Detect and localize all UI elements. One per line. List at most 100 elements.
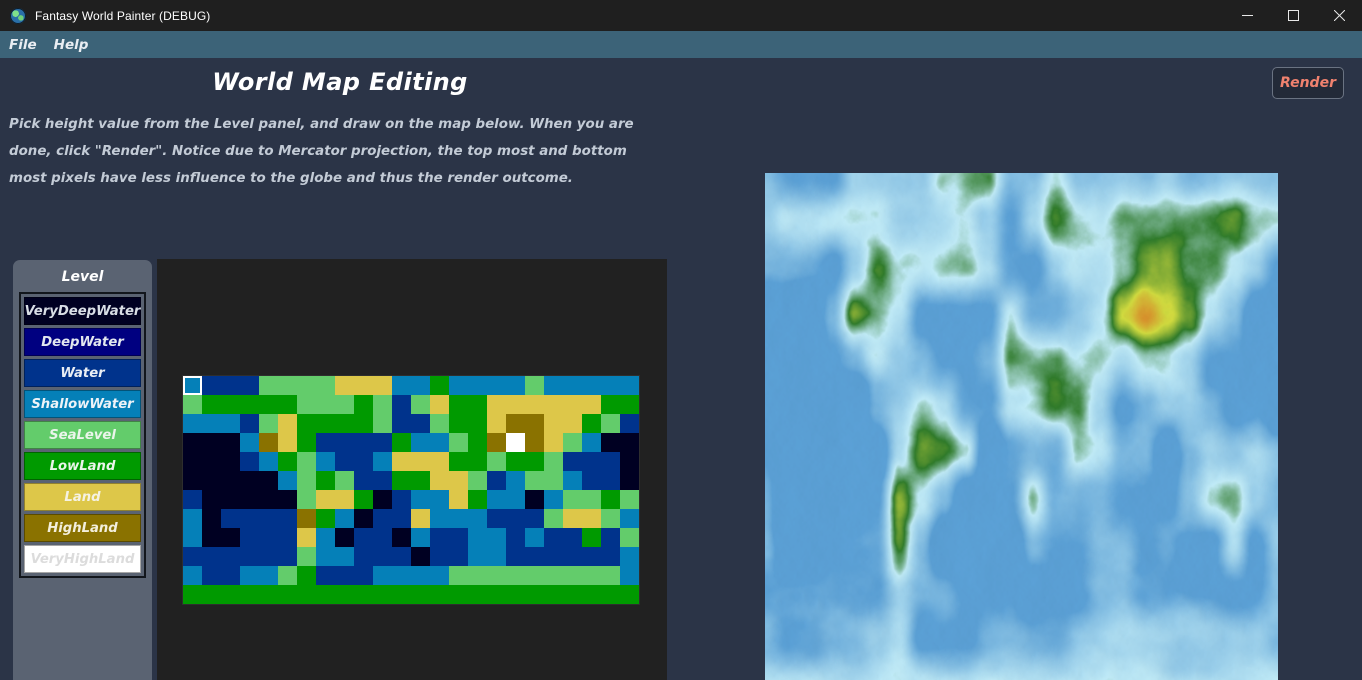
- pixel-cell[interactable]: [373, 547, 392, 566]
- pixel-cell[interactable]: [468, 528, 487, 547]
- pixel-cell[interactable]: [259, 376, 278, 395]
- pixel-cell[interactable]: [449, 566, 468, 585]
- pixel-cell[interactable]: [202, 566, 221, 585]
- pixel-cell[interactable]: [278, 566, 297, 585]
- pixel-cell[interactable]: [601, 471, 620, 490]
- pixel-cell[interactable]: [544, 433, 563, 452]
- pixel-cell[interactable]: [335, 547, 354, 566]
- pixel-cell[interactable]: [449, 509, 468, 528]
- pixel-cell[interactable]: [354, 585, 373, 604]
- pixel-cell[interactable]: [506, 376, 525, 395]
- pixel-cell[interactable]: [411, 376, 430, 395]
- pixel-cell[interactable]: [392, 547, 411, 566]
- pixel-cell[interactable]: [354, 509, 373, 528]
- pixel-cell[interactable]: [202, 509, 221, 528]
- pixel-cell[interactable]: [468, 566, 487, 585]
- pixel-cell[interactable]: [582, 376, 601, 395]
- level-item-land[interactable]: Land: [24, 483, 141, 511]
- pixel-cell[interactable]: [430, 376, 449, 395]
- level-item-water[interactable]: Water: [24, 359, 141, 387]
- pixel-cell[interactable]: [259, 414, 278, 433]
- pixel-cell[interactable]: [278, 585, 297, 604]
- pixel-cell[interactable]: [411, 566, 430, 585]
- pixel-cell[interactable]: [316, 509, 335, 528]
- render-button[interactable]: Render: [1272, 67, 1344, 99]
- pixel-cell[interactable]: [544, 566, 563, 585]
- pixel-cell[interactable]: [202, 490, 221, 509]
- pixel-cell[interactable]: [411, 528, 430, 547]
- pixel-cell[interactable]: [297, 452, 316, 471]
- level-item-highland[interactable]: HighLand: [24, 514, 141, 542]
- pixel-cell[interactable]: [221, 547, 240, 566]
- pixel-cell[interactable]: [373, 471, 392, 490]
- pixel-cell[interactable]: [202, 528, 221, 547]
- pixel-cell[interactable]: [563, 395, 582, 414]
- pixel-cell[interactable]: [563, 566, 582, 585]
- pixel-cell[interactable]: [487, 509, 506, 528]
- pixel-cell[interactable]: [601, 414, 620, 433]
- pixel-cell[interactable]: [544, 509, 563, 528]
- pixel-cell[interactable]: [430, 509, 449, 528]
- pixel-cell[interactable]: [297, 509, 316, 528]
- pixel-cell[interactable]: [411, 471, 430, 490]
- pixel-cell[interactable]: [183, 376, 202, 395]
- pixel-cell[interactable]: [202, 414, 221, 433]
- minimize-icon[interactable]: [1224, 0, 1270, 31]
- pixel-cell[interactable]: [601, 547, 620, 566]
- pixel-cell[interactable]: [183, 414, 202, 433]
- pixel-cell[interactable]: [468, 547, 487, 566]
- pixel-cell[interactable]: [544, 528, 563, 547]
- pixel-cell[interactable]: [297, 414, 316, 433]
- pixel-cell[interactable]: [620, 452, 639, 471]
- pixel-cell[interactable]: [506, 566, 525, 585]
- pixel-cell[interactable]: [506, 452, 525, 471]
- pixel-cell[interactable]: [582, 509, 601, 528]
- pixel-cell[interactable]: [430, 452, 449, 471]
- pixel-cell[interactable]: [487, 414, 506, 433]
- pixel-cell[interactable]: [354, 490, 373, 509]
- pixel-cell[interactable]: [411, 509, 430, 528]
- pixel-cell[interactable]: [335, 566, 354, 585]
- pixel-cell[interactable]: [563, 490, 582, 509]
- pixel-cell[interactable]: [601, 376, 620, 395]
- pixel-cell[interactable]: [335, 433, 354, 452]
- pixel-cell[interactable]: [297, 433, 316, 452]
- pixel-cell[interactable]: [335, 509, 354, 528]
- pixel-cell[interactable]: [240, 490, 259, 509]
- pixel-cell[interactable]: [544, 547, 563, 566]
- pixel-cell[interactable]: [259, 528, 278, 547]
- pixel-cell[interactable]: [620, 471, 639, 490]
- pixel-cell[interactable]: [468, 585, 487, 604]
- pixel-cell[interactable]: [430, 433, 449, 452]
- pixel-cell[interactable]: [411, 585, 430, 604]
- pixel-cell[interactable]: [392, 509, 411, 528]
- pixel-cell[interactable]: [620, 433, 639, 452]
- pixel-cell[interactable]: [354, 547, 373, 566]
- pixel-cell[interactable]: [392, 471, 411, 490]
- pixel-cell[interactable]: [278, 490, 297, 509]
- pixel-cell[interactable]: [259, 490, 278, 509]
- pixel-cell[interactable]: [354, 395, 373, 414]
- pixel-cell[interactable]: [525, 585, 544, 604]
- pixel-cell[interactable]: [506, 433, 525, 452]
- pixel-cell[interactable]: [620, 395, 639, 414]
- level-item-deepwater[interactable]: DeepWater: [24, 328, 141, 356]
- pixel-cell[interactable]: [468, 433, 487, 452]
- pixel-cell[interactable]: [487, 528, 506, 547]
- pixel-cell[interactable]: [601, 585, 620, 604]
- pixel-cell[interactable]: [525, 490, 544, 509]
- pixel-cell[interactable]: [582, 471, 601, 490]
- pixel-cell[interactable]: [620, 414, 639, 433]
- pixel-cell[interactable]: [373, 528, 392, 547]
- pixel-cell[interactable]: [202, 471, 221, 490]
- pixel-cell[interactable]: [259, 452, 278, 471]
- pixel-cell[interactable]: [221, 395, 240, 414]
- pixel-cell[interactable]: [620, 528, 639, 547]
- pixel-cell[interactable]: [582, 452, 601, 471]
- pixel-cell[interactable]: [373, 585, 392, 604]
- pixel-cell[interactable]: [373, 395, 392, 414]
- pixel-cell[interactable]: [449, 528, 468, 547]
- pixel-cell[interactable]: [544, 452, 563, 471]
- pixel-cell[interactable]: [449, 471, 468, 490]
- menu-item-help[interactable]: Help: [54, 37, 89, 53]
